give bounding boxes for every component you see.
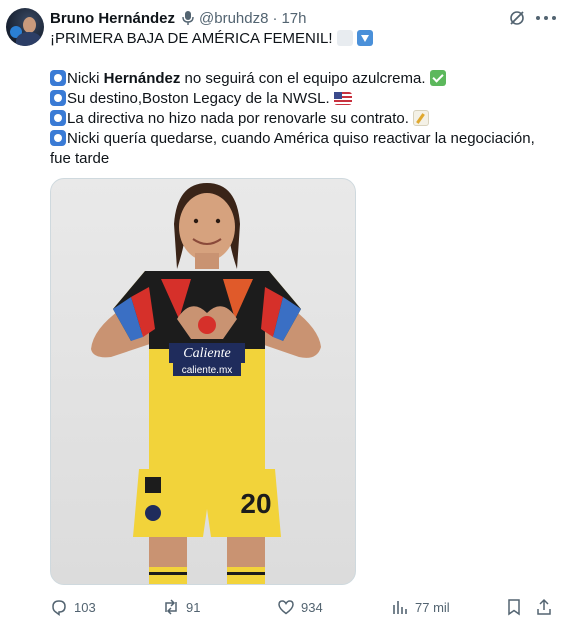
bullet-icon [50, 110, 66, 126]
bullet-icon [50, 90, 66, 106]
repost-icon [165, 599, 177, 615]
sponsor-url: caliente.mx [182, 365, 233, 376]
avatar-body [16, 32, 42, 46]
mic-icon [181, 10, 195, 26]
timestamp[interactable]: 17h [281, 10, 306, 27]
reply-count: 103 [74, 599, 96, 615]
memo-emoji-icon [412, 110, 429, 126]
repost-button[interactable]: 91 [162, 597, 200, 617]
views-icon [393, 601, 407, 614]
like-button[interactable]: 934 [277, 597, 323, 617]
tweet-text: ¡PRIMERA BAJA DE AMÉRICA FEMENIL! Nicki … [50, 29, 555, 169]
bold-surname: Hernández [103, 70, 181, 87]
author-name[interactable]: Bruno Hernández [50, 10, 175, 27]
us-flag-emoji-icon [333, 92, 352, 105]
share-button[interactable] [535, 597, 553, 617]
player-illustration: Caliente caliente.mx 20 [91, 183, 321, 584]
headline-line: ¡PRIMERA BAJA DE AMÉRICA FEMENIL! [50, 29, 555, 49]
more-icon[interactable] [536, 9, 556, 27]
bookmark-button[interactable] [505, 597, 523, 617]
separator-dot: · [272, 9, 278, 27]
bullet-line-4: Nicki quería quedarse, cuando América qu… [50, 130, 535, 167]
avatar-face [23, 17, 36, 33]
eagle-emoji-icon [336, 30, 353, 46]
views-button[interactable]: 77 mil [391, 597, 450, 617]
tweet-photo[interactable]: Caliente caliente.mx 20 [50, 178, 356, 585]
avatar[interactable] [6, 8, 44, 46]
check-emoji-icon [429, 70, 446, 86]
like-count: 934 [301, 599, 323, 615]
author-handle[interactable]: @bruhdz8 [199, 10, 268, 27]
reply-button[interactable]: 103 [50, 597, 96, 617]
repost-count: 91 [186, 599, 201, 615]
action-bar: 103 91 934 77 mil [50, 597, 554, 617]
share-icon [537, 598, 551, 615]
bullet-line-3: La directiva no hizo nada por renovarle … [50, 109, 555, 129]
bullet-icon [50, 70, 66, 86]
shorts-number: 20 [240, 488, 271, 519]
bookmark-icon [508, 599, 520, 616]
grok-icon[interactable] [508, 9, 526, 27]
bullet-line-2: Su destino,Boston Legacy de la NWSL. [50, 89, 555, 109]
down-arrow-emoji-icon [356, 30, 373, 46]
tweet-header: Bruno Hernández @bruhdz8 · 17h [50, 9, 306, 27]
reply-icon [52, 600, 66, 616]
bullet-icon [50, 130, 66, 146]
sponsor-text: Caliente [183, 346, 230, 361]
bullet-line-1: Nicki Hernández no seguirá con el equipo… [50, 69, 555, 89]
tweet-card[interactable]: Bruno Hernández @bruhdz8 · 17h ¡PRIMERA … [0, 0, 564, 620]
like-icon [278, 600, 294, 615]
headline-text: ¡PRIMERA BAJA DE AMÉRICA FEMENIL! [50, 30, 333, 47]
views-count: 77 mil [415, 599, 450, 615]
